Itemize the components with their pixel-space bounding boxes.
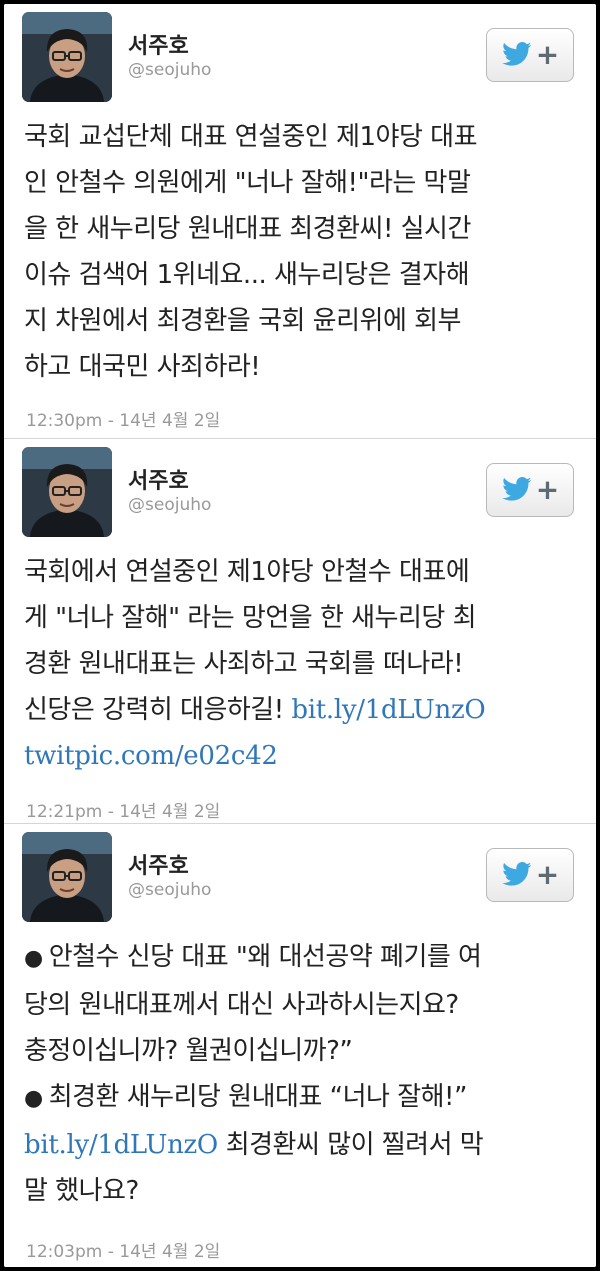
tweet-line: 을 한 새누리당 원내대표 최경환씨! 실시간 (24, 214, 471, 244)
tweet-card: 서주호 @seojuho + ● 안철수 신당 대표 "왜 대선공약 폐기를 여 … (4, 824, 596, 1267)
tweet-line: 경환 원내대표는 사죄하고 국회를 떠나라! (24, 649, 464, 679)
twitter-bird-icon (501, 862, 532, 886)
tweet-text: ● 안철수 신당 대표 "왜 대선공약 폐기를 여 당의 원내대표께서 대신 사과… (24, 934, 584, 1214)
bullet: ● (24, 946, 43, 971)
tweet-line: 국회에서 연설중인 제1야당 안철수 대표에 (24, 557, 470, 587)
avatar[interactable] (22, 832, 112, 922)
tweet-line: 국회 교섭단체 대표 연설중인 제1야당 대표 (24, 122, 478, 152)
tweet-line: ● 안철수 신당 대표 "왜 대선공약 폐기를 여 (24, 934, 584, 982)
tweet-link[interactable]: twitpic.com/e02c42 (24, 741, 278, 771)
tweet-line-text: 최경환씨 많이 찔려서 막 (217, 1130, 484, 1160)
twitter-bird-icon (501, 477, 532, 501)
avatar[interactable] (22, 447, 112, 537)
tweet-line: 인 안철수 의원에게 "너나 잘해!"라는 막말 (24, 168, 471, 198)
bullet: ● (24, 1086, 43, 1111)
tweet-link[interactable]: bit.ly/1dLUnzO (291, 695, 485, 725)
tweet-line-text: 안철수 신당 대표 "왜 대선공약 폐기를 여 (48, 942, 482, 972)
follow-button[interactable]: + (486, 28, 574, 82)
follow-plus: + (535, 858, 560, 891)
tweet-line: 말 했나요? (24, 1176, 139, 1206)
tweet-text: 국회에서 연설중인 제1야당 안철수 대표에 게 "너나 잘해" 라는 망언을 … (24, 549, 584, 779)
tweet-timestamp[interactable]: 12:21pm - 14년 4월 2일 (26, 797, 220, 822)
tweet-card: 서주호 @seojuho + 국회 교섭단체 대표 연설중인 제1야당 대표 인… (4, 4, 596, 439)
avatar[interactable] (22, 12, 112, 102)
tweet-line-text: 신당은 강력히 대응하길! (24, 695, 284, 725)
follow-plus: + (535, 473, 560, 506)
tweet-link[interactable]: bit.ly/1dLUnzO (24, 1130, 218, 1160)
author-handle[interactable]: @seojuho (128, 60, 211, 80)
tweet-line: 당의 원내대표께서 대신 사과하시는지요? (24, 990, 459, 1020)
tweet-line: ● 최경환 새누리당 원내대표 “너나 잘해!” (24, 1074, 584, 1122)
follow-button[interactable]: + (486, 848, 574, 902)
author-name[interactable]: 서주호 (128, 848, 189, 880)
tweet-timestamp[interactable]: 12:30pm - 14년 4월 2일 (26, 406, 220, 431)
follow-plus: + (535, 38, 560, 71)
tweet-card: 서주호 @seojuho + 국회에서 연설중인 제1야당 안철수 대표에 게 … (4, 439, 596, 824)
author-name[interactable]: 서주호 (128, 463, 189, 495)
tweet-line: 게 "너나 잘해" 라는 망언을 한 새누리당 최 (24, 603, 477, 633)
tweet-line: 이슈 검색어 1위네요... 새누리당은 결자해 (24, 260, 470, 290)
tweet-line-text: 최경환 새누리당 원내대표 “너나 잘해!” (48, 1082, 468, 1112)
tweet-text: 국회 교섭단체 대표 연설중인 제1야당 대표 인 안철수 의원에게 "너나 잘… (24, 114, 584, 390)
author-name[interactable]: 서주호 (128, 28, 189, 60)
follow-button[interactable]: + (486, 463, 574, 517)
tweet-timestamp[interactable]: 12:03pm - 14년 4월 2일 (26, 1237, 220, 1262)
author-handle[interactable]: @seojuho (128, 880, 211, 900)
author-handle[interactable]: @seojuho (128, 495, 211, 515)
tweet-feed: 서주호 @seojuho + 국회 교섭단체 대표 연설중인 제1야당 대표 인… (4, 4, 596, 1267)
twitter-bird-icon (501, 42, 532, 66)
tweet-line: bit.ly/1dLUnzO 최경환씨 많이 찔려서 막 (24, 1122, 584, 1168)
tweet-line: 지 차원에서 최경환을 국회 윤리위에 회부 (24, 306, 461, 336)
tweet-line: twitpic.com/e02c42 (24, 733, 584, 779)
tweet-line: 충정이십니까? 월권이십니까?” (24, 1036, 353, 1066)
tweet-line: 하고 대국민 사죄하라! (24, 352, 261, 382)
tweet-line: 신당은 강력히 대응하길! bit.ly/1dLUnzO (24, 687, 584, 733)
